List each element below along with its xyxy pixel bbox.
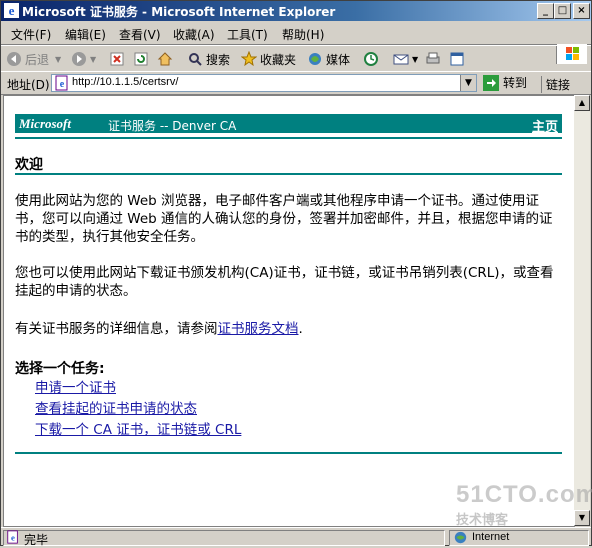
- edit-page-icon: [450, 52, 464, 66]
- page-content: Microsoft 证书服务 -- Denver CA 主页 欢迎 使用此网站为…: [3, 95, 575, 527]
- mail-dropdown-icon[interactable]: ▼: [412, 55, 418, 64]
- menu-bar: 文件(F) 编辑(E) 查看(V) 收藏(A) 工具(T) 帮助(H): [1, 22, 591, 64]
- intro-paragraph: 使用此网站为您的 Web 浏览器，电子邮件客户端或其他程序申请一个证书。通过使用…: [15, 193, 553, 245]
- mail-icon: [393, 54, 409, 65]
- docs-paragraph: 有关证书服务的详细信息，请参阅证书服务文档.: [15, 320, 562, 338]
- go-arrow-icon: [483, 74, 499, 91]
- header-divider: [15, 137, 562, 139]
- media-label: 媒体: [326, 52, 351, 67]
- vertical-scrollbar[interactable]: ▲ ▼: [574, 95, 590, 526]
- docs-suffix: .: [298, 321, 303, 337]
- close-button[interactable]: ×: [573, 3, 590, 19]
- pending-status-link[interactable]: 查看挂起的证书申请的状态: [35, 397, 197, 417]
- page-done-icon: e: [7, 530, 18, 544]
- docs-prefix: 有关证书服务的详细信息，请参阅: [15, 321, 218, 337]
- print-icon: [426, 52, 440, 64]
- brand-name: Microsoft: [19, 116, 71, 131]
- standard-toolbar: 后退 ▼ ▼ 搜索 收藏夹 媒体 ▼: [1, 45, 591, 72]
- forward-dropdown-icon[interactable]: ▼: [90, 55, 96, 64]
- scroll-up-icon[interactable]: ▲: [574, 95, 590, 111]
- watermark-logo: 51CTO.com: [456, 481, 592, 508]
- svg-text:e: e: [60, 79, 65, 90]
- stop-button[interactable]: [109, 50, 128, 68]
- back-dropdown-icon[interactable]: ▼: [55, 55, 61, 64]
- minimize-button[interactable]: _: [537, 3, 554, 19]
- back-arrow-icon: [7, 52, 21, 66]
- address-url: http://10.1.1.5/certsrv/: [72, 76, 179, 88]
- edit-button[interactable]: [449, 50, 468, 68]
- back-button[interactable]: 后退 ▼: [6, 50, 61, 68]
- search-button[interactable]: 搜索: [187, 50, 230, 68]
- docs-link[interactable]: 证书服务文档: [218, 321, 299, 337]
- history-icon: [364, 52, 378, 66]
- welcome-divider: [15, 173, 562, 175]
- footer-divider: [15, 452, 562, 454]
- status-bar: e 完毕 Internet: [1, 527, 591, 547]
- media-button[interactable]: 媒体: [307, 50, 350, 68]
- menu-view[interactable]: 查看(V): [119, 26, 161, 43]
- refresh-button[interactable]: [133, 50, 152, 68]
- status-text: 完毕: [24, 533, 49, 547]
- go-button[interactable]: 转到: [483, 74, 527, 91]
- menu-tools[interactable]: 工具(T): [227, 26, 268, 43]
- welcome-heading: 欢迎: [15, 157, 43, 173]
- task-heading: 选择一个任务:: [15, 361, 105, 377]
- mail-button[interactable]: ▼: [393, 50, 418, 68]
- zone-text: Internet: [472, 531, 510, 543]
- home-icon: [157, 52, 173, 66]
- watermark-subtitle: 技术博客: [456, 513, 509, 528]
- home-link[interactable]: 主页: [532, 116, 558, 135]
- menu-help[interactable]: 帮助(H): [282, 26, 324, 43]
- menu-edit[interactable]: 编辑(E): [65, 26, 106, 43]
- forward-arrow-icon: [72, 52, 86, 66]
- favorites-button[interactable]: 收藏夹: [241, 50, 296, 68]
- title-bar[interactable]: e Microsoft 证书服务 - Microsoft Internet Ex…: [1, 1, 591, 21]
- service-title: 证书服务 -- Denver CA: [108, 119, 237, 133]
- print-button[interactable]: [425, 50, 444, 68]
- scroll-down-icon[interactable]: ▼: [574, 510, 590, 526]
- menu-file[interactable]: 文件(F): [11, 26, 51, 43]
- address-bar: 地址(D) e http://10.1.1.5/certsrv/ ▼ 转到 链接: [1, 71, 591, 95]
- go-label: 转到: [503, 76, 528, 90]
- window-title: Microsoft 证书服务 - Microsoft Internet Expl…: [22, 5, 336, 19]
- home-button[interactable]: [157, 50, 176, 68]
- address-input[interactable]: e http://10.1.1.5/certsrv/ ▼: [51, 74, 477, 92]
- stop-icon: [110, 52, 124, 66]
- search-label: 搜索: [206, 52, 231, 67]
- ca-header-bar: Microsoft 证书服务 -- Denver CA 主页: [15, 114, 562, 135]
- media-icon: [309, 53, 321, 65]
- maximize-button[interactable]: □: [554, 3, 571, 19]
- ie-logo-icon: e: [4, 3, 19, 18]
- zone-panel: Internet: [449, 530, 589, 546]
- favorites-star-icon: [241, 51, 257, 67]
- search-icon: [189, 53, 202, 66]
- request-certificate-link[interactable]: 申请一个证书: [35, 376, 116, 396]
- back-label: 后退: [25, 52, 50, 67]
- svg-text:e: e: [9, 3, 15, 18]
- download-ca-cert-link[interactable]: 下载一个 CA 证书，证书链或 CRL: [35, 418, 241, 438]
- favorites-label: 收藏夹: [260, 52, 297, 67]
- links-button[interactable]: 链接: [541, 76, 570, 93]
- menu-favorites[interactable]: 收藏(A): [173, 26, 215, 43]
- status-text-panel: e 完毕: [3, 530, 445, 547]
- ie-window: e Microsoft 证书服务 - Microsoft Internet Ex…: [0, 0, 592, 547]
- refresh-icon: [134, 52, 148, 66]
- page-icon: e: [55, 75, 68, 91]
- address-dropdown-icon[interactable]: ▼: [460, 75, 476, 91]
- svg-text:e: e: [11, 533, 15, 543]
- history-button[interactable]: [363, 50, 382, 68]
- forward-button[interactable]: ▼: [71, 50, 96, 68]
- download-paragraph: 您也可以使用此网站下载证书颁发机构(CA)证书，证书链，或证书吊销列表(CRL)…: [15, 265, 554, 299]
- address-label: 地址(D): [7, 78, 50, 92]
- internet-globe-icon: [454, 531, 467, 544]
